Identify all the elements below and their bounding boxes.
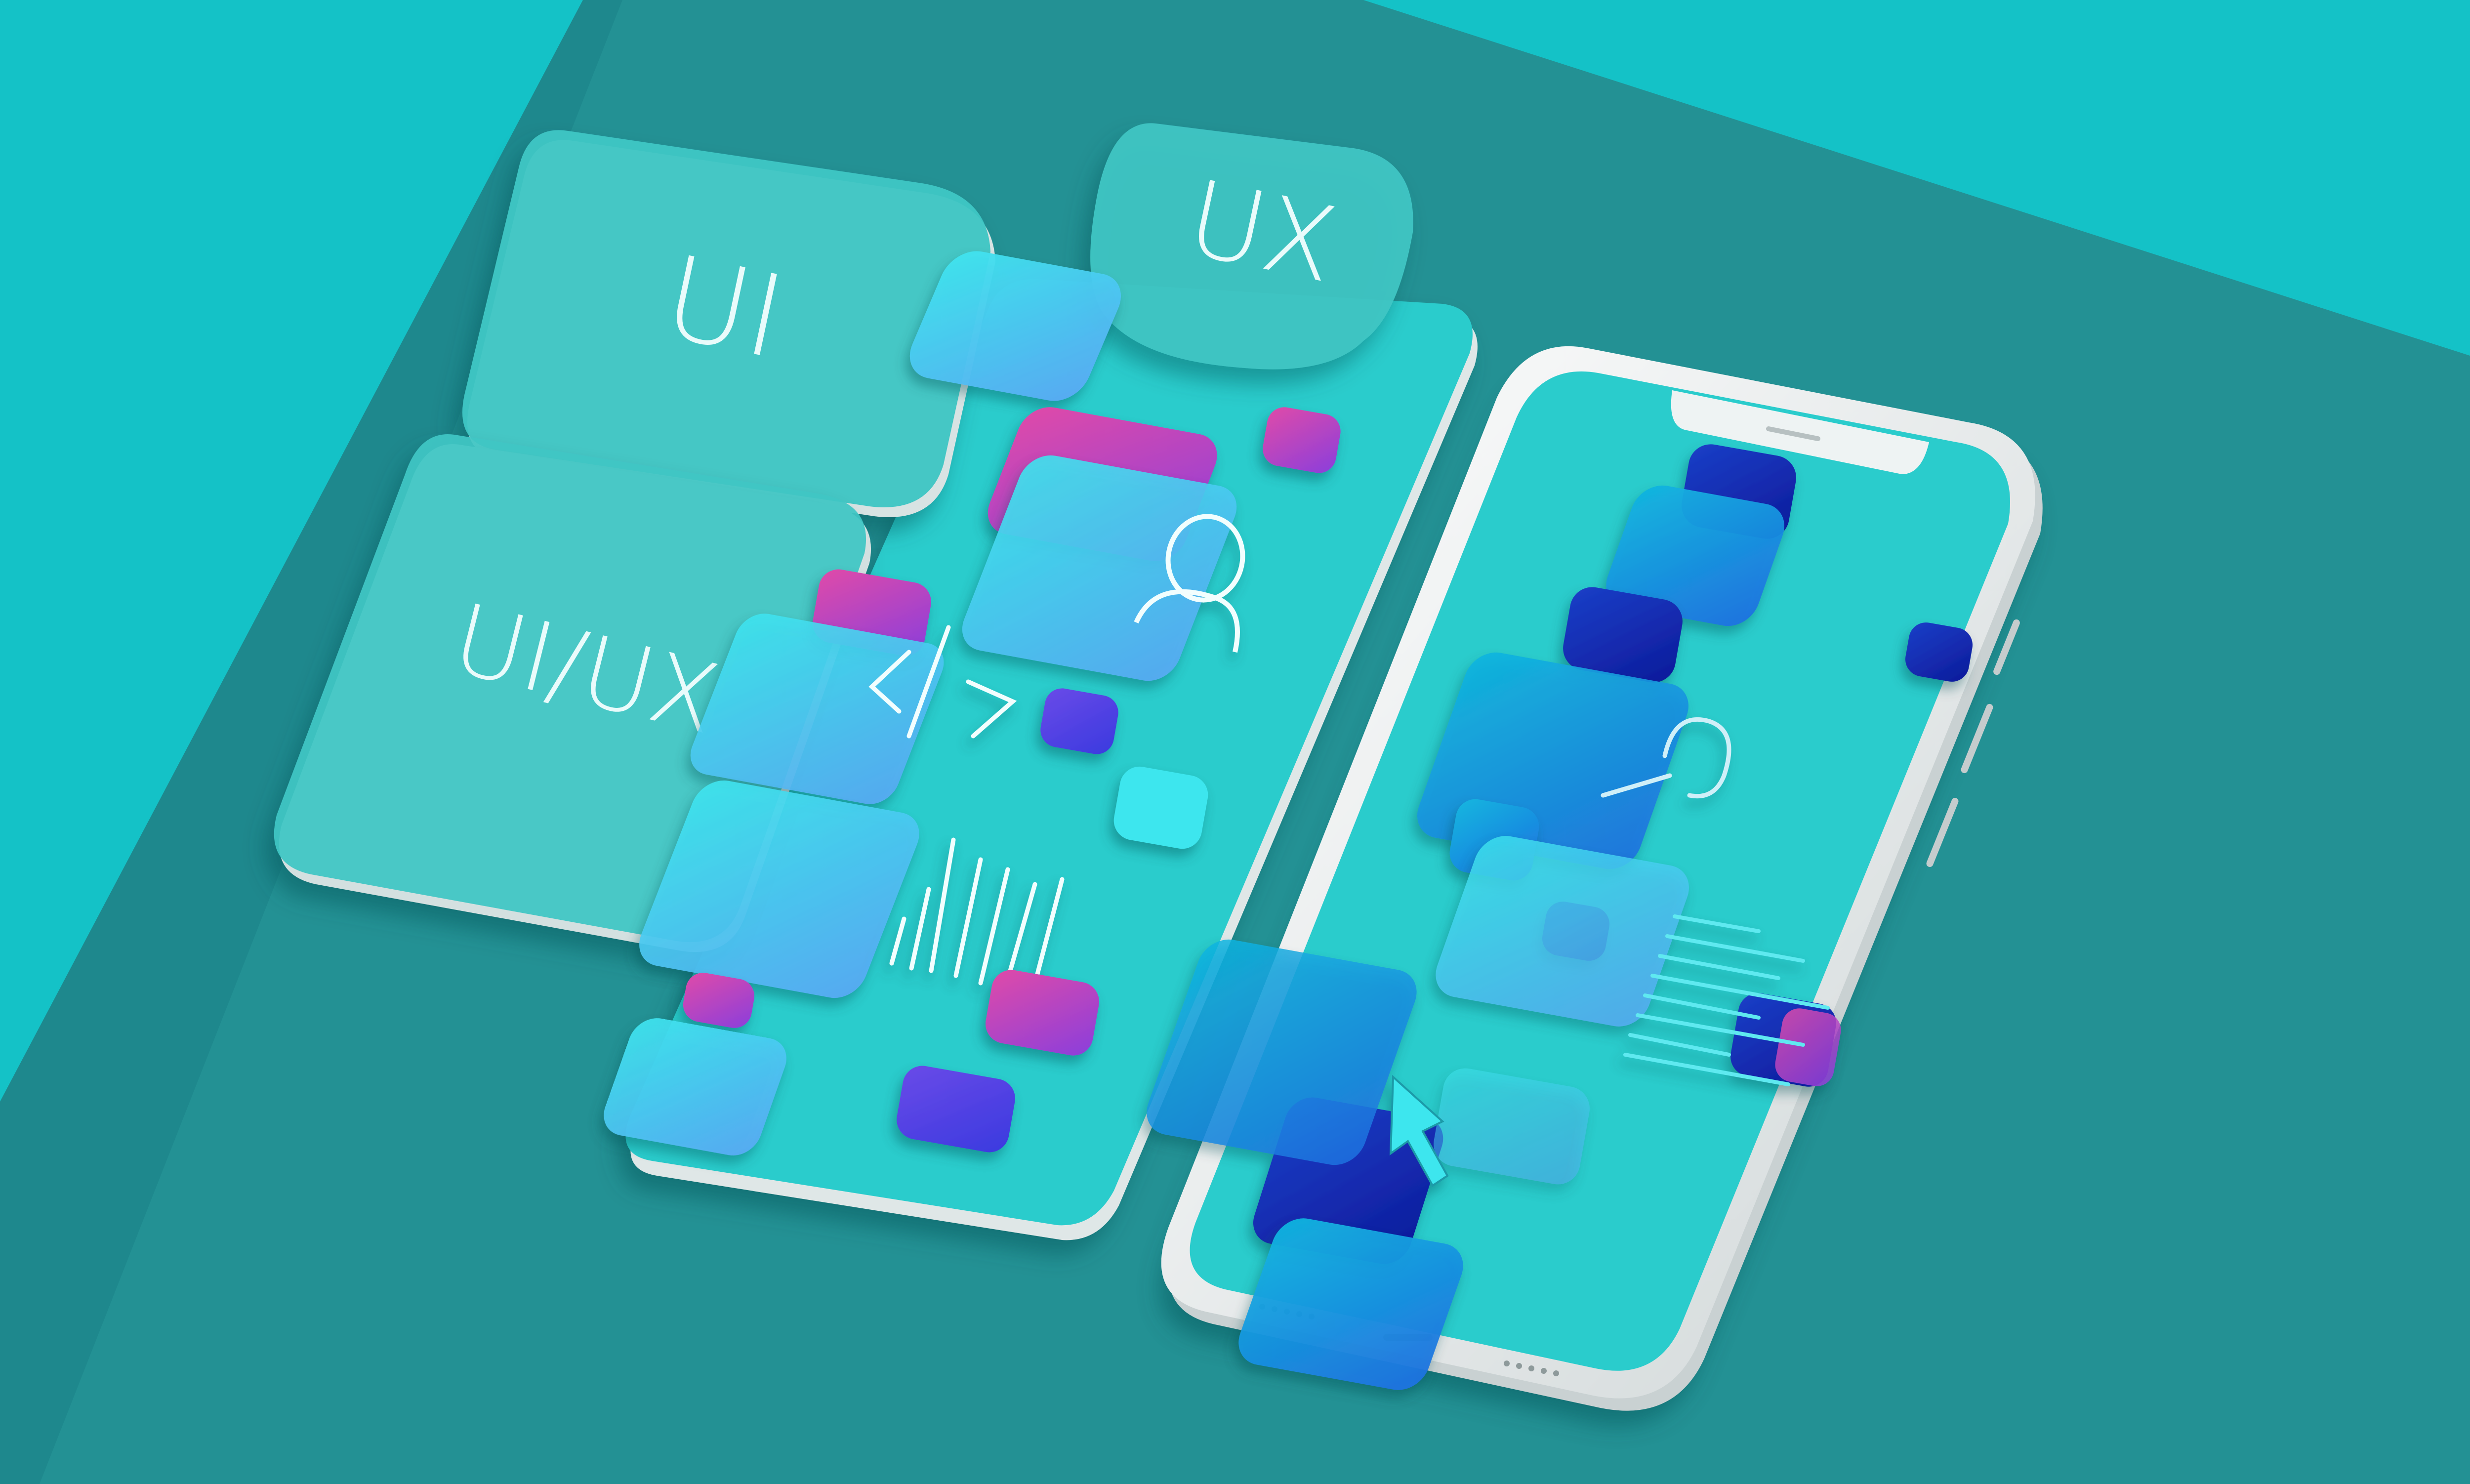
ui-ux-illustration: UI UX UI/UX (0, 0, 2470, 1484)
illustration-canvas: UI UX UI/UX (0, 0, 2470, 1484)
ux-card: UX (1090, 123, 1413, 370)
